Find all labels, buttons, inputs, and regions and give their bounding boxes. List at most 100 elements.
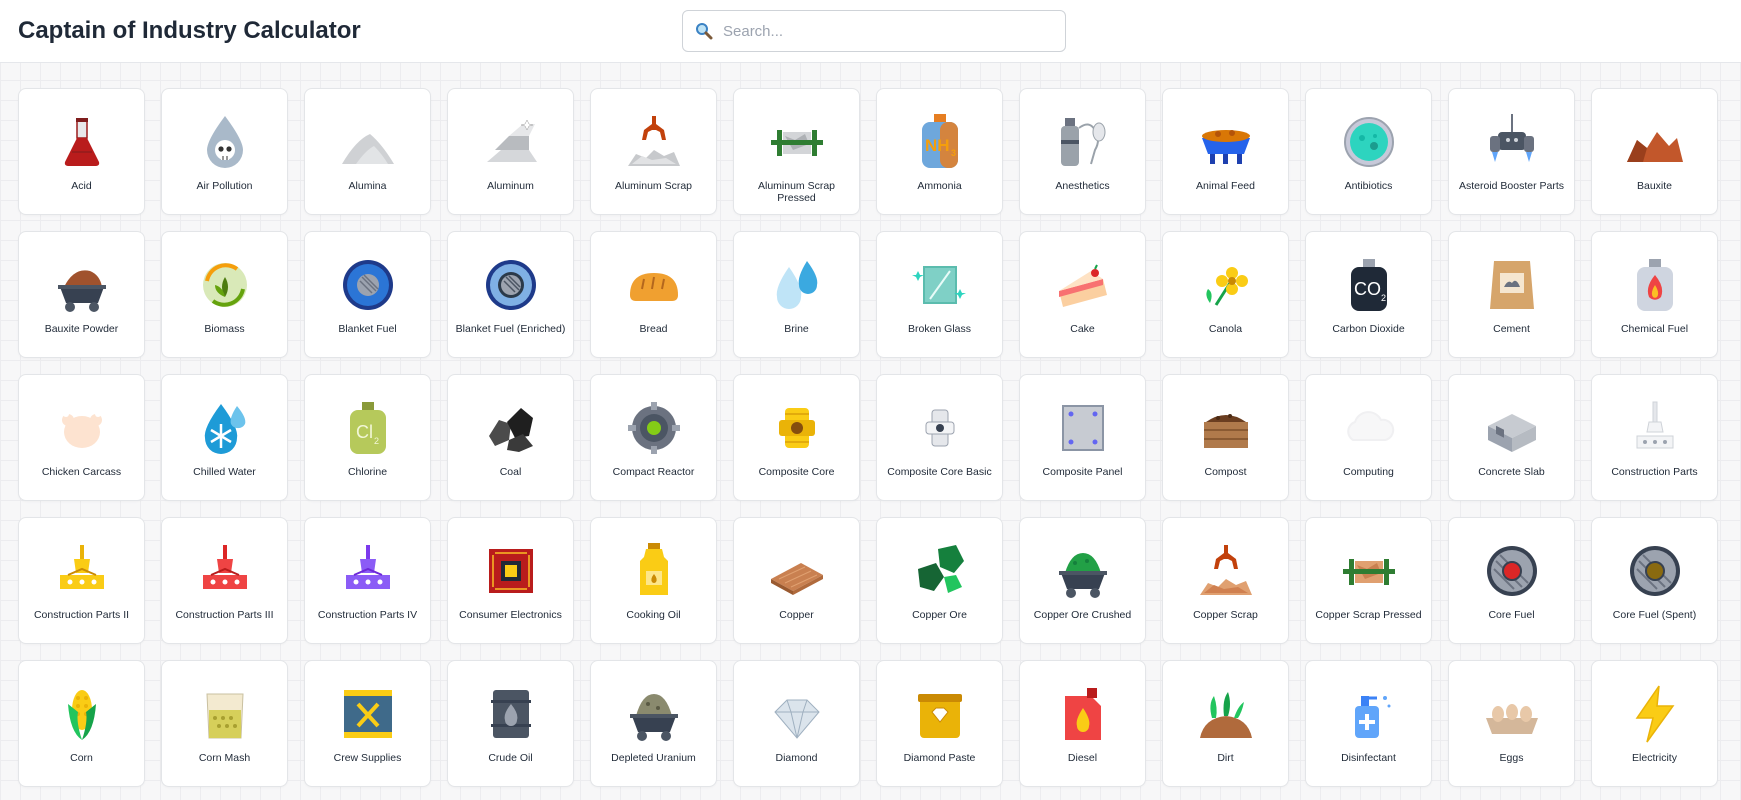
acid-flask-icon bbox=[47, 107, 117, 177]
product-grid: Acid Air Pollution Alumina Aluminum Aluminum… bbox=[18, 88, 1718, 787]
product-card[interactable]: Copper Scrap Pressed bbox=[1305, 517, 1432, 644]
product-card[interactable]: Cl 2 Chlorine bbox=[304, 374, 431, 501]
product-label: Copper Scrap bbox=[1193, 609, 1258, 621]
product-card[interactable]: Copper Ore bbox=[876, 517, 1003, 644]
product-card[interactable]: Composite Core Basic bbox=[876, 374, 1003, 501]
product-card[interactable]: Chilled Water bbox=[161, 374, 288, 501]
product-card[interactable]: Electricity bbox=[1591, 660, 1718, 787]
product-card[interactable]: Copper Ore Crushed bbox=[1019, 517, 1146, 644]
product-card[interactable]: Asteroid Booster Parts bbox=[1448, 88, 1575, 215]
copper-ore-crushed-icon bbox=[1048, 536, 1118, 606]
product-label: Construction Parts bbox=[1611, 466, 1698, 478]
product-card[interactable]: Construction Parts IV bbox=[304, 517, 431, 644]
search-box[interactable] bbox=[682, 10, 1066, 52]
product-card[interactable]: Chicken Carcass bbox=[18, 374, 145, 501]
product-card[interactable]: Construction Parts bbox=[1591, 374, 1718, 501]
product-card[interactable]: Diamond bbox=[733, 660, 860, 787]
product-card[interactable]: Aluminum Scrap bbox=[590, 88, 717, 215]
product-card[interactable]: Construction Parts III bbox=[161, 517, 288, 644]
product-label: Asteroid Booster Parts bbox=[1458, 180, 1565, 192]
product-card[interactable]: Crew Supplies bbox=[304, 660, 431, 787]
product-card[interactable]: Cooking Oil bbox=[590, 517, 717, 644]
product-label: Cement bbox=[1493, 323, 1530, 335]
bauxite-rock-icon bbox=[1620, 107, 1690, 177]
product-card[interactable]: Bread bbox=[590, 231, 717, 358]
search-input[interactable] bbox=[723, 22, 1043, 40]
product-card[interactable]: Diamond Paste bbox=[876, 660, 1003, 787]
product-card[interactable]: Aluminum Scrap Pressed bbox=[733, 88, 860, 215]
product-card[interactable]: Canola bbox=[1162, 231, 1289, 358]
product-card[interactable]: Consumer Electronics bbox=[447, 517, 574, 644]
product-card[interactable]: Blanket Fuel (Enriched) bbox=[447, 231, 574, 358]
product-card[interactable]: Dirt bbox=[1162, 660, 1289, 787]
product-card[interactable]: Copper bbox=[733, 517, 860, 644]
product-label: Blanket Fuel (Enriched) bbox=[455, 323, 566, 335]
asteroid-booster-icon bbox=[1477, 107, 1547, 177]
product-label: Diamond Paste bbox=[903, 752, 976, 764]
product-card[interactable]: Construction Parts II bbox=[18, 517, 145, 644]
construction-parts-icon bbox=[1620, 393, 1690, 463]
product-card[interactable]: Disinfectant bbox=[1305, 660, 1432, 787]
product-card[interactable]: Composite Core bbox=[733, 374, 860, 501]
product-label: Aluminum Scrap bbox=[614, 180, 693, 192]
product-card[interactable]: Brine bbox=[733, 231, 860, 358]
product-card[interactable]: Coal bbox=[447, 374, 574, 501]
product-label: Ammonia bbox=[917, 180, 962, 192]
product-card[interactable]: Computing bbox=[1305, 374, 1432, 501]
product-card[interactable]: Cement bbox=[1448, 231, 1575, 358]
product-card[interactable]: Blanket Fuel bbox=[304, 231, 431, 358]
consumer-electronics-icon bbox=[476, 536, 546, 606]
product-card[interactable]: Aluminum bbox=[447, 88, 574, 215]
product-label: Chicken Carcass bbox=[41, 466, 122, 478]
product-card[interactable]: Concrete Slab bbox=[1448, 374, 1575, 501]
product-card[interactable]: Animal Feed bbox=[1162, 88, 1289, 215]
product-card[interactable]: Acid bbox=[18, 88, 145, 215]
product-card[interactable]: Compact Reactor bbox=[590, 374, 717, 501]
alumina-pile-icon bbox=[333, 107, 403, 177]
product-card[interactable]: Copper Scrap bbox=[1162, 517, 1289, 644]
product-card[interactable]: Broken Glass bbox=[876, 231, 1003, 358]
product-card[interactable]: CO 2 Carbon Dioxide bbox=[1305, 231, 1432, 358]
product-card[interactable]: NH 3 Ammonia bbox=[876, 88, 1003, 215]
product-label: Bread bbox=[639, 323, 668, 335]
product-label: Depleted Uranium bbox=[611, 752, 696, 764]
product-card[interactable]: Chemical Fuel bbox=[1591, 231, 1718, 358]
product-label: Construction Parts IV bbox=[317, 609, 418, 621]
product-label: Biomass bbox=[204, 323, 245, 335]
product-card[interactable]: Antibiotics bbox=[1305, 88, 1432, 215]
product-label: Broken Glass bbox=[907, 323, 972, 335]
product-card[interactable]: Anesthetics bbox=[1019, 88, 1146, 215]
product-card[interactable]: Core Fuel bbox=[1448, 517, 1575, 644]
product-label: Antibiotics bbox=[1344, 180, 1393, 192]
blanket-fuel-enriched-icon bbox=[476, 250, 546, 320]
copper-scrap-pressed-icon bbox=[1334, 536, 1404, 606]
product-card[interactable]: Bauxite bbox=[1591, 88, 1718, 215]
product-label: Concrete Slab bbox=[1478, 466, 1545, 478]
dirt-icon bbox=[1191, 679, 1261, 749]
product-label: Animal Feed bbox=[1196, 180, 1255, 192]
product-card[interactable]: Composite Panel bbox=[1019, 374, 1146, 501]
product-label: Construction Parts II bbox=[33, 609, 130, 621]
product-label: Chlorine bbox=[347, 466, 388, 478]
product-card[interactable]: Alumina bbox=[304, 88, 431, 215]
product-label: Eggs bbox=[1499, 752, 1524, 764]
product-card[interactable]: Corn Mash bbox=[161, 660, 288, 787]
product-label: Copper Ore Crushed bbox=[1033, 609, 1132, 621]
product-card[interactable]: Eggs bbox=[1448, 660, 1575, 787]
product-label: Blanket Fuel bbox=[338, 323, 397, 335]
product-card[interactable]: Depleted Uranium bbox=[590, 660, 717, 787]
product-card[interactable]: Air Pollution bbox=[161, 88, 288, 215]
product-label: Aluminum Scrap Pressed bbox=[757, 180, 836, 204]
product-label: Composite Core bbox=[758, 466, 835, 478]
product-card[interactable]: Cake bbox=[1019, 231, 1146, 358]
product-card[interactable]: Biomass bbox=[161, 231, 288, 358]
product-card[interactable]: Crude Oil bbox=[447, 660, 574, 787]
product-card[interactable]: Core Fuel (Spent) bbox=[1591, 517, 1718, 644]
product-label: Disinfectant bbox=[1341, 752, 1396, 764]
product-card[interactable]: Compost bbox=[1162, 374, 1289, 501]
bauxite-powder-cart-icon bbox=[47, 250, 117, 320]
product-label: Chemical Fuel bbox=[1620, 323, 1689, 335]
product-card[interactable]: Bauxite Powder bbox=[18, 231, 145, 358]
product-card[interactable]: Corn bbox=[18, 660, 145, 787]
product-card[interactable]: Diesel bbox=[1019, 660, 1146, 787]
